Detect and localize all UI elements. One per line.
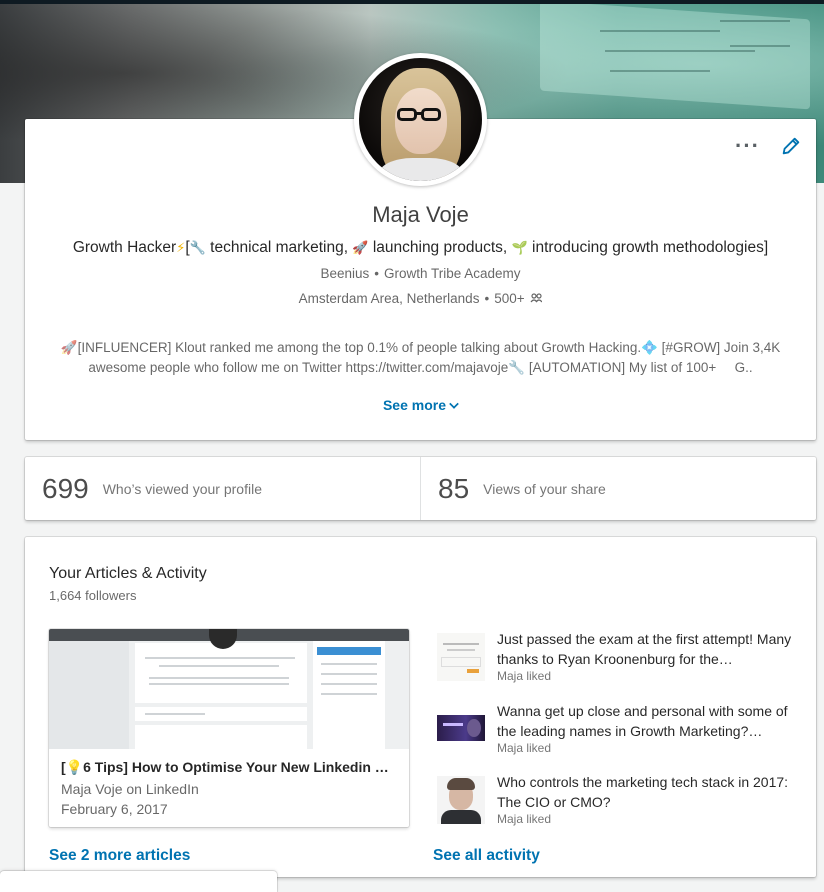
- activity-thumbnail: [437, 715, 485, 741]
- section-title: Your Articles & Activity: [49, 565, 207, 582]
- article-title: [💡6 Tips] How to Optimise Your New Linke…: [61, 759, 397, 775]
- profile-companies: Beenius • Growth Tribe Academy: [25, 266, 816, 281]
- stat-label: Who’s viewed your profile: [102, 480, 262, 497]
- headline-item-growth-methodologies: introducing growth methodologies]: [527, 239, 769, 256]
- stat-share-views[interactable]: 85 Views of your share: [420, 457, 816, 520]
- whiteboard-line: [605, 50, 755, 52]
- lightning-icon: ⚡: [176, 240, 186, 255]
- rocket-icon: 🚀: [352, 240, 369, 255]
- company-growth-tribe[interactable]: Growth Tribe Academy: [384, 266, 521, 281]
- whiteboard: [540, 0, 810, 110]
- more-actions-icon[interactable]: ···: [735, 135, 760, 157]
- whiteboard-line: [720, 20, 790, 22]
- whiteboard-line: [600, 30, 720, 32]
- headline-prefix: Growth Hacker: [72, 239, 177, 256]
- profile-stats-card: 699 Who’s viewed your profile 85 Views o…: [25, 457, 816, 520]
- separator-dot: •: [374, 266, 379, 281]
- article-thumbnail: [49, 629, 409, 749]
- activity-thumbnail: [437, 776, 485, 824]
- activity-meta: Maja liked: [497, 669, 552, 683]
- headline-item-technical-marketing: technical marketing,: [205, 239, 353, 256]
- article-date: February 6, 2017: [61, 801, 168, 817]
- wrench-icon: 🔧: [189, 240, 206, 255]
- activity-meta: Maja liked: [497, 741, 552, 755]
- seedling-icon: 🌱: [511, 240, 528, 255]
- activity-text: Who controls the marketing tech stack in…: [497, 774, 789, 810]
- company-beenius[interactable]: Beenius: [320, 266, 369, 281]
- location-text: Amsterdam Area, Netherlands: [298, 291, 480, 306]
- activity-thumbnail: [437, 633, 485, 681]
- people-icon: [530, 293, 543, 303]
- connections-count[interactable]: 500+: [494, 291, 524, 306]
- profile-summary: 🚀[INFLUENCER] Klout ranked me among the …: [60, 340, 781, 375]
- stat-value: 699: [42, 472, 89, 504]
- chevron-down-icon: [449, 399, 459, 409]
- activity-meta: Maja liked: [497, 812, 552, 826]
- see-more-button[interactable]: See more: [25, 397, 816, 413]
- article-source: Maja Voje on LinkedIn: [61, 781, 199, 797]
- activity-text: Just passed the exam at the first attemp…: [497, 631, 792, 667]
- article-tile[interactable]: [💡6 Tips] How to Optimise Your New Linke…: [49, 629, 409, 827]
- stat-label: Views of your share: [483, 480, 606, 497]
- see-more-articles-link[interactable]: See 2 more articles: [49, 847, 190, 865]
- see-more-label: See more: [382, 397, 447, 413]
- messaging-bar[interactable]: [0, 871, 277, 892]
- profile-name: Maja Voje: [372, 202, 469, 227]
- avatar[interactable]: [359, 58, 482, 181]
- headline-item-launching-products: launching products,: [368, 239, 512, 256]
- followers-count[interactable]: 1,664 followers: [49, 588, 136, 603]
- whiteboard-line: [730, 45, 790, 47]
- separator-dot: •: [484, 291, 490, 306]
- whiteboard-line: [610, 70, 710, 72]
- see-all-activity-link[interactable]: See all activity: [433, 847, 540, 865]
- articles-activity-card: Your Articles & Activity 1,664 followers…: [25, 537, 816, 877]
- edit-pencil-icon[interactable]: [780, 135, 802, 157]
- profile-headline: Growth Hacker⚡[🔧 technical marketing, 🚀 …: [25, 239, 816, 257]
- profile-location: Amsterdam Area, Netherlands • 500+: [25, 291, 816, 306]
- stat-value: 85: [438, 472, 470, 504]
- profile-actions: ···: [735, 135, 802, 157]
- activity-text: Wanna get up close and personal with som…: [497, 703, 788, 739]
- stat-profile-views[interactable]: 699 Who’s viewed your profile: [25, 457, 420, 520]
